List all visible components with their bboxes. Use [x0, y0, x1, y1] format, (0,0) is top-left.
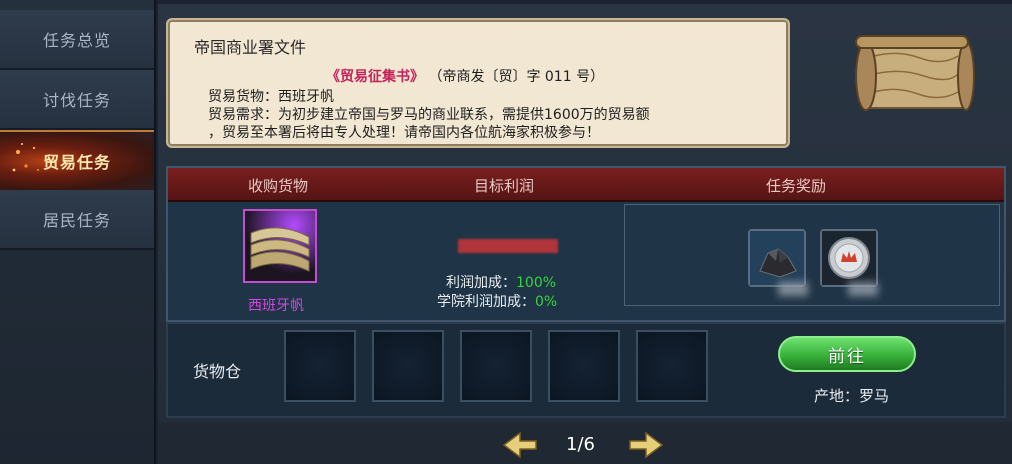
sail-icon — [245, 211, 315, 281]
warehouse-slot[interactable] — [460, 330, 532, 402]
reward-item-ore[interactable] — [748, 229, 806, 287]
tab-overview-label: 任务总览 — [42, 31, 111, 50]
academy-bonus-label: 学院利润加成： — [437, 294, 535, 310]
sidebar: 任务总览 讨伐任务 贸易任务 居民任务 — [0, 0, 156, 464]
scroll-icon — [855, 35, 975, 111]
letter-doc-number: （帝商发〔贸〕字 011 号） — [428, 69, 605, 85]
profit-bonus: 利润加成：100% — [446, 272, 556, 292]
prev-page-arrow-icon[interactable] — [502, 431, 538, 459]
tab-conquest[interactable]: 讨伐任务 — [0, 70, 154, 130]
tab-conquest-label: 讨伐任务 — [42, 91, 111, 110]
coin-icon — [822, 231, 876, 285]
letter-header-line: 《贸易征集书》 （帝商发〔贸〕字 011 号） — [326, 66, 604, 86]
academy-bonus: 学院利润加成：0% — [437, 291, 557, 311]
tab-residents[interactable]: 居民任务 — [0, 190, 154, 250]
letter-goods-line: 贸易货物：西班牙帆 — [208, 89, 334, 105]
warehouse-label: 货物仓 — [193, 362, 242, 381]
profit-bonus-value: 100% — [516, 275, 557, 291]
warehouse-slot[interactable] — [636, 330, 708, 402]
page-indicator: 1/6 — [566, 434, 595, 455]
tab-overview[interactable]: 任务总览 — [0, 10, 154, 70]
reward-frame — [624, 204, 1000, 306]
letter-book-title: 《贸易征集书》 — [326, 69, 424, 85]
tab-residents-label: 居民任务 — [42, 211, 111, 230]
next-page-arrow-icon[interactable] — [628, 431, 664, 459]
ore-icon — [750, 231, 804, 285]
header-goods: 收购货物 — [248, 177, 309, 195]
academy-bonus-value: 0% — [535, 294, 558, 310]
reward-count-ore — [778, 282, 808, 296]
sparks-icon — [12, 143, 39, 172]
warehouse-slot[interactable] — [284, 330, 356, 402]
origin-text: 产地：罗马 — [814, 387, 890, 405]
tab-trade[interactable]: 贸易任务 — [0, 130, 154, 192]
goods-name: 西班牙帆 — [248, 298, 304, 314]
target-profit-bar — [458, 239, 558, 253]
warehouse-slot[interactable] — [548, 330, 620, 402]
profit-bonus-label: 利润加成： — [446, 275, 516, 291]
warehouse-slot[interactable] — [372, 330, 444, 402]
letter-demand-line-2: ，贸易至本署后将由专人处理！请帝国内各位航海家积极参与！ — [208, 125, 600, 141]
reward-item-coin[interactable] — [820, 229, 878, 287]
reward-count-coin — [848, 282, 878, 296]
trade-letter: 帝国商业署文件 《贸易征集书》 （帝商发〔贸〕字 011 号） 贸易货物：西班牙… — [166, 18, 790, 148]
header-reward: 任务奖励 — [766, 177, 827, 195]
sail-goods-icon[interactable] — [243, 209, 317, 283]
letter-demand-line: 贸易需求：为初步建立帝国与罗马的商业联系，需提供1600万的贸易额 — [208, 107, 650, 123]
table-header: 收购货物 目标利润 任务奖励 — [168, 168, 1004, 202]
header-target-profit: 目标利润 — [474, 177, 535, 195]
go-button[interactable]: 前往 — [778, 336, 916, 372]
letter-title: 帝国商业署文件 — [194, 38, 307, 57]
